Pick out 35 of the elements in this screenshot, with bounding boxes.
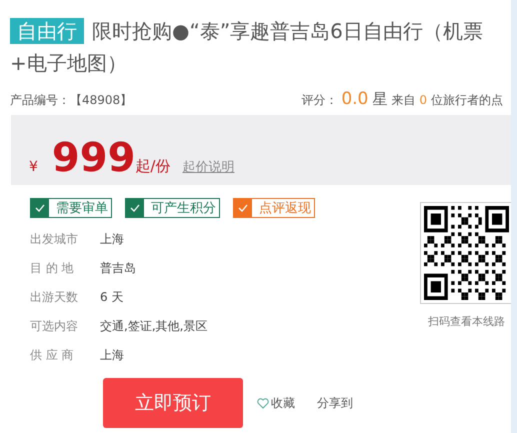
check-icon: [130, 204, 140, 212]
book-now-button[interactable]: 立即预订: [103, 378, 243, 428]
detail-label: 出发城市: [30, 231, 79, 248]
rating-unit: 星: [372, 90, 388, 109]
product-number-label: 产品编号：: [10, 93, 70, 107]
rating-label: 评分：: [301, 92, 338, 109]
price-amount: 999: [52, 134, 136, 183]
detail-label: 可选内容: [30, 318, 79, 335]
detail-value: 上海: [100, 231, 124, 248]
detail-value: 6 天: [100, 289, 124, 306]
feature-tag: 需要审单: [30, 198, 112, 218]
detail-value: 普吉岛: [100, 260, 136, 277]
reviewer-count: 0: [419, 93, 427, 107]
favorite-link[interactable]: 收藏: [271, 394, 295, 412]
feature-tag: 点评返现: [233, 198, 315, 218]
product-title-line: 限时抢购●“泰”享趣普吉岛6日自由行（机票: [92, 19, 483, 43]
rating-score: 0.0: [341, 89, 368, 109]
heart-icon: [257, 398, 269, 408]
product-type-badge: 自由行: [10, 18, 84, 44]
product-title-line: +电子地图）: [10, 51, 127, 75]
review-source-label: 来自: [391, 92, 416, 109]
check-icon: [238, 204, 248, 212]
detail-label: 出游天数: [30, 289, 79, 306]
detail-label: 供 应 商: [30, 347, 75, 364]
detail-value: 上海: [100, 347, 124, 364]
detail-label: 目 的 地: [30, 260, 75, 277]
check-icon: [35, 204, 45, 212]
currency-symbol: ¥: [29, 158, 38, 175]
product-number: 【48908】: [70, 93, 132, 107]
qr-caption: 扫码查看本线路: [428, 314, 505, 329]
share-link[interactable]: 分享到: [317, 394, 353, 412]
feature-tag: 可产生积分: [125, 198, 220, 218]
price-unit: 起/份: [135, 157, 170, 176]
reviewers-text: 位旅行者的点: [431, 92, 503, 109]
detail-value: 交通,签证,其他,景区: [100, 318, 208, 335]
